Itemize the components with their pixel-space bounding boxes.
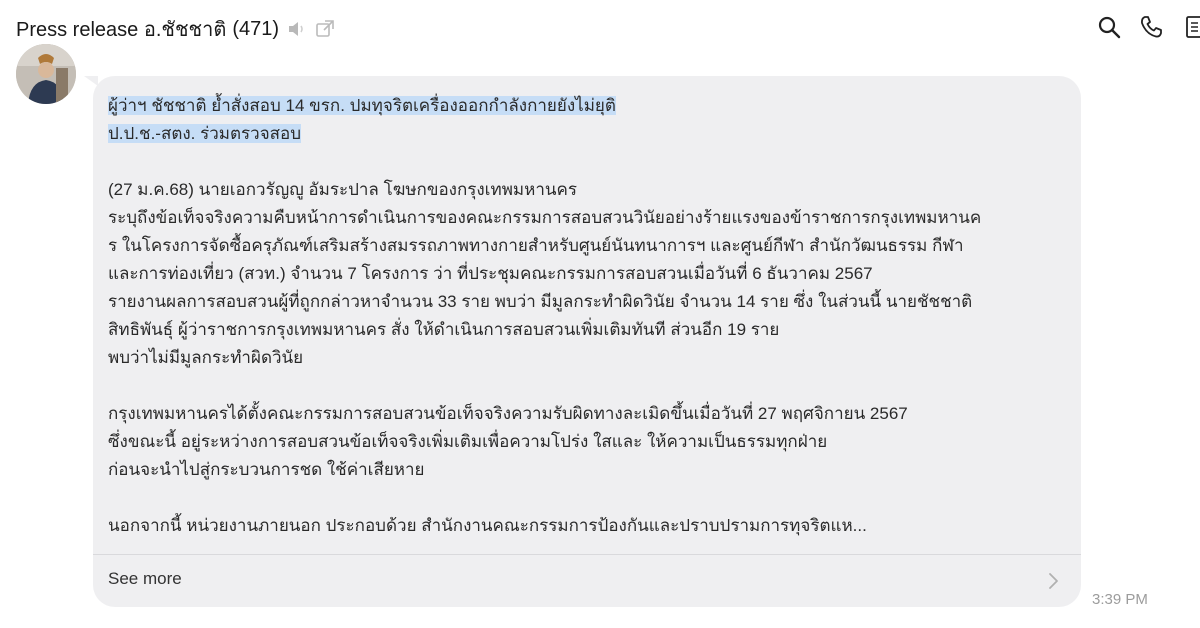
- paragraph-line: สิทธิพันธุ์ ผู้ว่าราชการกรุงเทพมหานคร สั…: [108, 320, 780, 339]
- sender-avatar[interactable]: [16, 44, 76, 104]
- search-icon[interactable]: [1096, 14, 1122, 40]
- paragraph-line: ซึ่งขณะนี้ อยู่ระหว่างการสอบสวนข้อเท็จจร…: [108, 432, 828, 451]
- speaker-muted-icon[interactable]: [287, 20, 307, 38]
- paragraph-line: กรุงเทพมหานครได้ตั้งคณะกรรมการสอบสวนข้อเ…: [108, 404, 908, 423]
- message-timestamp: 3:39 PM: [1092, 591, 1148, 608]
- chat-header: Press release อ.ชัชชาติ (471): [0, 0, 1200, 54]
- external-link-icon[interactable]: [315, 19, 335, 39]
- message-bubble[interactable]: ผู้ว่าฯ ชัชชาติ ย้ำสั่งสอบ 14 ขรก. ปมทุจ…: [93, 76, 1081, 607]
- paragraph-line: รายงานผลการสอบสวนผู้ที่ถูกกล่าวหาจำนวน 3…: [108, 292, 973, 311]
- message-text: ผู้ว่าฯ ชัชชาติ ย้ำสั่งสอบ 14 ขรก. ปมทุจ…: [108, 92, 1068, 540]
- chat-title-area: Press release อ.ชัชชาติ (471): [16, 13, 335, 45]
- paragraph-line: (27 ม.ค.68) นายเอกวรัญญู อัมระปาล โฆษกขอ…: [108, 180, 577, 199]
- paragraph-line: ร ในโครงการจัดซื้อครุภัณฑ์เสริมสร้างสมรร…: [108, 236, 964, 255]
- phone-icon[interactable]: [1138, 14, 1164, 40]
- bubble-tail: [84, 76, 98, 86]
- chevron-right-icon: [1047, 572, 1059, 595]
- member-count: (471): [232, 17, 280, 40]
- paragraph-line: ก่อนจะนำไปสู่กระบวนการชด ใช้ค่าเสียหาย: [108, 460, 425, 479]
- headline-line: ผู้ว่าฯ ชัชชาติ ย้ำสั่งสอบ 14 ขรก. ปมทุจ…: [108, 96, 616, 115]
- see-more-button[interactable]: See more: [93, 555, 1081, 607]
- headline-line: ป.ป.ช.-สตง. ร่วมตรวจสอบ: [108, 124, 302, 143]
- see-more-label: See more: [108, 569, 182, 588]
- notes-icon[interactable]: [1180, 14, 1200, 40]
- header-actions: [1080, 14, 1200, 40]
- chat-title[interactable]: Press release อ.ชัชชาติ: [16, 13, 226, 45]
- paragraph-line: นอกจากนี้ หน่วยงานภายนอก ประกอบด้วย สำนั…: [108, 516, 867, 535]
- paragraph-line: ระบุถึงข้อเท็จจริงความคืบหน้าการดำเนินกา…: [108, 208, 982, 227]
- paragraph-line: และการท่องเที่ยว (สวท.) จำนวน 7 โครงการ …: [108, 264, 873, 283]
- paragraph-line: พบว่าไม่มีมูลกระทำผิดวินัย: [108, 348, 304, 367]
